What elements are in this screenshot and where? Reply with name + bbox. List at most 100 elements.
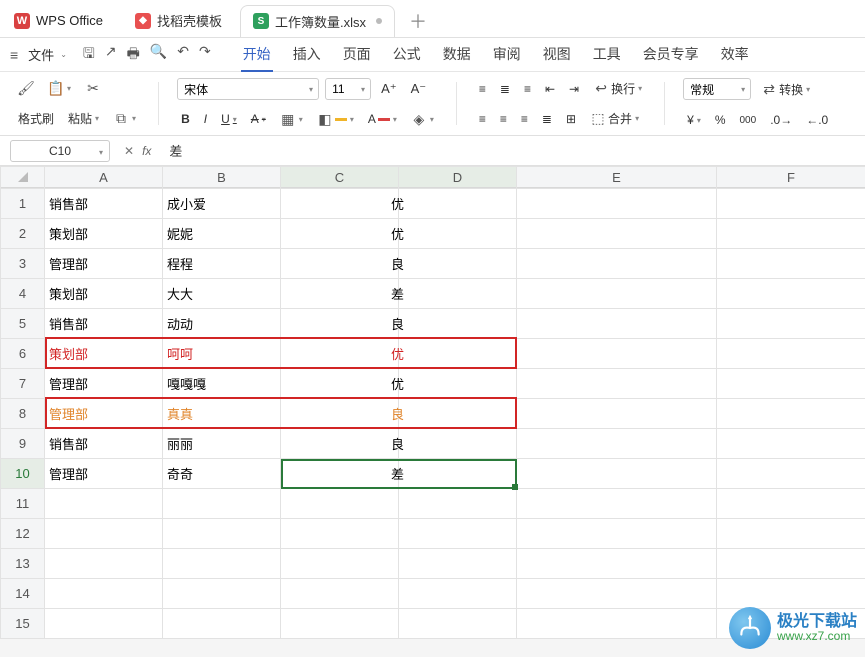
cell[interactable]: 优: [339, 369, 457, 399]
align-right-button[interactable]: ≡: [517, 110, 532, 128]
font-color-button[interactable]: A▾: [364, 110, 401, 128]
cell[interactable]: [517, 369, 717, 399]
row-header[interactable]: 2: [1, 219, 45, 249]
cell[interactable]: [717, 309, 865, 339]
cell[interactable]: [517, 549, 717, 579]
align-bottom-button[interactable]: ≡: [520, 80, 535, 98]
underline-button[interactable]: U▾: [217, 110, 241, 128]
cell[interactable]: [339, 489, 457, 519]
row-header[interactable]: 1: [1, 189, 45, 219]
tab-formula[interactable]: 公式: [391, 38, 423, 72]
cell[interactable]: 良: [339, 399, 457, 429]
italic-button[interactable]: I: [200, 110, 211, 128]
cell[interactable]: 销售部: [45, 189, 163, 219]
cell[interactable]: 嘎嘎嘎: [163, 369, 281, 399]
tab-insert[interactable]: 插入: [291, 38, 323, 72]
font-grow-button[interactable]: A⁺: [377, 79, 401, 99]
cell[interactable]: 销售部: [45, 309, 163, 339]
cell[interactable]: 动动: [163, 309, 281, 339]
row-header[interactable]: 13: [1, 549, 45, 579]
comma-button[interactable]: 000: [736, 113, 761, 128]
col-header-A[interactable]: A: [45, 167, 163, 189]
row-header[interactable]: 4: [1, 279, 45, 309]
cell[interactable]: [339, 579, 457, 609]
cell[interactable]: 管理部: [45, 369, 163, 399]
cell[interactable]: [717, 489, 865, 519]
cell[interactable]: 呵呵: [163, 339, 281, 369]
redo-icon[interactable]: ↷: [199, 43, 211, 67]
name-box[interactable]: C10▾: [10, 140, 110, 162]
cell[interactable]: [717, 279, 865, 309]
file-menu[interactable]: 文件: [28, 45, 54, 64]
cell[interactable]: 程程: [163, 249, 281, 279]
cell[interactable]: 成小爱: [163, 189, 281, 219]
new-tab-button[interactable]: ＋: [401, 8, 435, 34]
tab-view[interactable]: 视图: [541, 38, 573, 72]
row-header[interactable]: 8: [1, 399, 45, 429]
row-header[interactable]: 14: [1, 579, 45, 609]
tab-data[interactable]: 数据: [441, 38, 473, 72]
cell[interactable]: [45, 489, 163, 519]
cell[interactable]: [517, 609, 717, 639]
cell[interactable]: [517, 489, 717, 519]
select-all-corner[interactable]: [1, 167, 45, 189]
col-header-F[interactable]: F: [717, 167, 865, 189]
indent-left-button[interactable]: ⇤: [541, 80, 559, 98]
col-header-D[interactable]: D: [399, 167, 517, 189]
cell[interactable]: [717, 399, 865, 429]
cell[interactable]: [163, 489, 281, 519]
print-icon[interactable]: 🖶: [127, 43, 140, 67]
cell[interactable]: 差: [339, 279, 457, 309]
strike-button[interactable]: A▾: [247, 110, 270, 128]
cell[interactable]: [717, 339, 865, 369]
number-format-select[interactable]: 常规▾: [683, 78, 751, 100]
cell[interactable]: [717, 219, 865, 249]
cell[interactable]: [45, 579, 163, 609]
align-center-button[interactable]: ≡: [496, 110, 511, 128]
row-header[interactable]: 3: [1, 249, 45, 279]
cell[interactable]: 优: [339, 219, 457, 249]
format-painter-label[interactable]: 格式刷: [14, 108, 58, 129]
cell[interactable]: [163, 519, 281, 549]
cell[interactable]: 良: [339, 429, 457, 459]
font-shrink-button[interactable]: A⁻: [407, 79, 431, 99]
cell[interactable]: 大大: [163, 279, 281, 309]
cell[interactable]: [339, 609, 457, 639]
border-button[interactable]: ▦▾: [276, 109, 307, 129]
cell[interactable]: 丽丽: [163, 429, 281, 459]
doc-tab-workbook[interactable]: S 工作簿数量.xlsx: [240, 5, 395, 37]
cell[interactable]: [717, 429, 865, 459]
row-header[interactable]: 6: [1, 339, 45, 369]
justify-button[interactable]: ≣: [538, 110, 556, 128]
undo-icon[interactable]: ↶: [177, 43, 189, 67]
cell[interactable]: [517, 399, 717, 429]
cell[interactable]: [717, 549, 865, 579]
cell[interactable]: [339, 549, 457, 579]
font-name-select[interactable]: 宋体▾: [177, 78, 319, 100]
cell[interactable]: 管理部: [45, 399, 163, 429]
tab-review[interactable]: 审阅: [491, 38, 523, 72]
tab-start[interactable]: 开始: [241, 38, 273, 72]
tab-efficiency[interactable]: 效率: [719, 38, 751, 72]
cell[interactable]: 管理部: [45, 249, 163, 279]
cell[interactable]: 策划部: [45, 339, 163, 369]
cell[interactable]: 差: [339, 459, 457, 489]
cell[interactable]: [717, 519, 865, 549]
cell[interactable]: [517, 339, 717, 369]
cell[interactable]: 策划部: [45, 279, 163, 309]
cell[interactable]: 销售部: [45, 429, 163, 459]
row-header[interactable]: 7: [1, 369, 45, 399]
paste-button[interactable]: 📋▾: [44, 78, 75, 98]
formula-input[interactable]: 差: [165, 141, 855, 160]
cell[interactable]: [45, 519, 163, 549]
cell[interactable]: [517, 579, 717, 609]
wrap-button[interactable]: ↩换行▾: [589, 78, 646, 99]
cell[interactable]: [45, 609, 163, 639]
percent-button[interactable]: %: [711, 111, 730, 129]
phonetic-button[interactable]: ◈▾: [407, 109, 438, 129]
cancel-icon[interactable]: ✕: [124, 144, 134, 158]
cell[interactable]: 真真: [163, 399, 281, 429]
cell[interactable]: [717, 369, 865, 399]
cell[interactable]: 妮妮: [163, 219, 281, 249]
spreadsheet-grid[interactable]: A B C D E F 1销售部成小爱优2策划部妮妮优3管理部程程良4策划部大大…: [0, 166, 865, 639]
